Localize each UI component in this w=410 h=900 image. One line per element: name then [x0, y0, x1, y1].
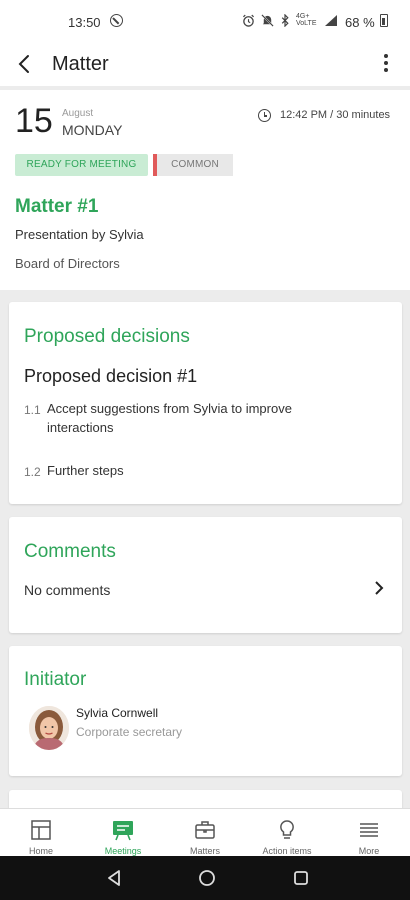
network-label: 4G+ VoLTE	[296, 13, 317, 27]
app-bar: Matter	[0, 44, 410, 86]
matter-body: Board of Directors	[15, 256, 120, 271]
do-not-disturb-icon	[110, 14, 123, 27]
initiator-role: Corporate secretary	[76, 725, 183, 739]
matter-header: 15 August MONDAY 12:42 PM / 30 minutes R…	[0, 90, 410, 290]
arrow-back-icon	[18, 55, 29, 73]
initiator-name: Sylvia Cornwell	[76, 706, 159, 720]
alarm-icon	[242, 14, 255, 27]
matter-presenter: Presentation by Sylvia	[15, 227, 144, 242]
nav-item-meetings[interactable]: Meetings	[82, 809, 164, 856]
meeting-time-range: 12:42 PM / 30 minutes	[280, 109, 391, 121]
nav-item-matters[interactable]: Matters	[164, 809, 246, 856]
decision-item-text: Further steps	[47, 463, 124, 478]
status-badge-ready: READY FOR MEETING	[15, 154, 148, 176]
system-navigation-bar	[0, 856, 410, 900]
nav-label: Action items	[262, 846, 312, 856]
meetings-icon	[113, 821, 133, 841]
status-time: 13:50	[68, 15, 101, 30]
status-bar: 13:50 4G+ VoLTE 68 %	[0, 0, 410, 44]
more-vertical-icon	[384, 54, 388, 58]
briefcase-icon	[195, 821, 215, 839]
nav-item-home[interactable]: Home	[0, 809, 82, 856]
menu-icon	[360, 823, 378, 837]
overflow-menu-button[interactable]	[382, 52, 390, 76]
nav-home-circle-icon[interactable]	[197, 868, 217, 888]
proposed-decisions-card: Proposed decisions Proposed decision #1 …	[9, 302, 402, 504]
clock-icon	[258, 109, 271, 122]
decision-item-text: Accept suggestions from Sylvia to improv…	[47, 401, 292, 435]
decisions-heading: Proposed decisions	[24, 326, 190, 347]
home-icon	[31, 820, 51, 840]
nav-item-action-items[interactable]: Action items	[246, 809, 328, 856]
page-title: Matter	[52, 53, 109, 75]
battery-percentage: 68 %	[345, 15, 375, 30]
bottom-navigation: Home Meetings Matters Action items More	[0, 808, 410, 856]
nav-item-more[interactable]: More	[328, 809, 410, 856]
mute-icon	[261, 13, 274, 27]
back-button[interactable]	[12, 50, 40, 78]
chevron-right-icon	[375, 581, 384, 595]
bluetooth-icon	[281, 13, 289, 27]
nav-label: Meetings	[104, 846, 142, 856]
lightbulb-icon	[280, 820, 294, 839]
initiator-card: Initiator Sylvia Cornwell Corporate secr…	[9, 646, 402, 776]
category-badge-common: COMMON	[153, 154, 233, 176]
decision-item-number: 1.2	[24, 465, 41, 479]
decision-item-number: 1.1	[24, 403, 41, 417]
initiator-heading: Initiator	[24, 669, 87, 690]
meeting-weekday: MONDAY	[62, 122, 123, 138]
nav-label: Home	[28, 846, 53, 856]
decision-title: Proposed decision #1	[24, 366, 198, 386]
nav-label: More	[358, 846, 380, 856]
avatar	[29, 706, 69, 750]
meeting-day: 15	[15, 102, 53, 140]
nav-label: Matters	[189, 846, 220, 856]
signal-icon	[325, 14, 337, 26]
comments-heading: Comments	[24, 541, 116, 562]
system-icons: 4G+ VoLTE	[242, 13, 338, 27]
comments-empty-text: No comments	[24, 582, 111, 598]
nav-recents-square-icon[interactable]	[291, 868, 311, 888]
matter-title: Matter #1	[15, 196, 99, 217]
meeting-month: August	[62, 108, 94, 119]
nav-back-triangle-icon[interactable]	[104, 868, 124, 888]
comments-card[interactable]: Comments No comments	[9, 517, 402, 633]
battery-icon	[380, 14, 388, 27]
